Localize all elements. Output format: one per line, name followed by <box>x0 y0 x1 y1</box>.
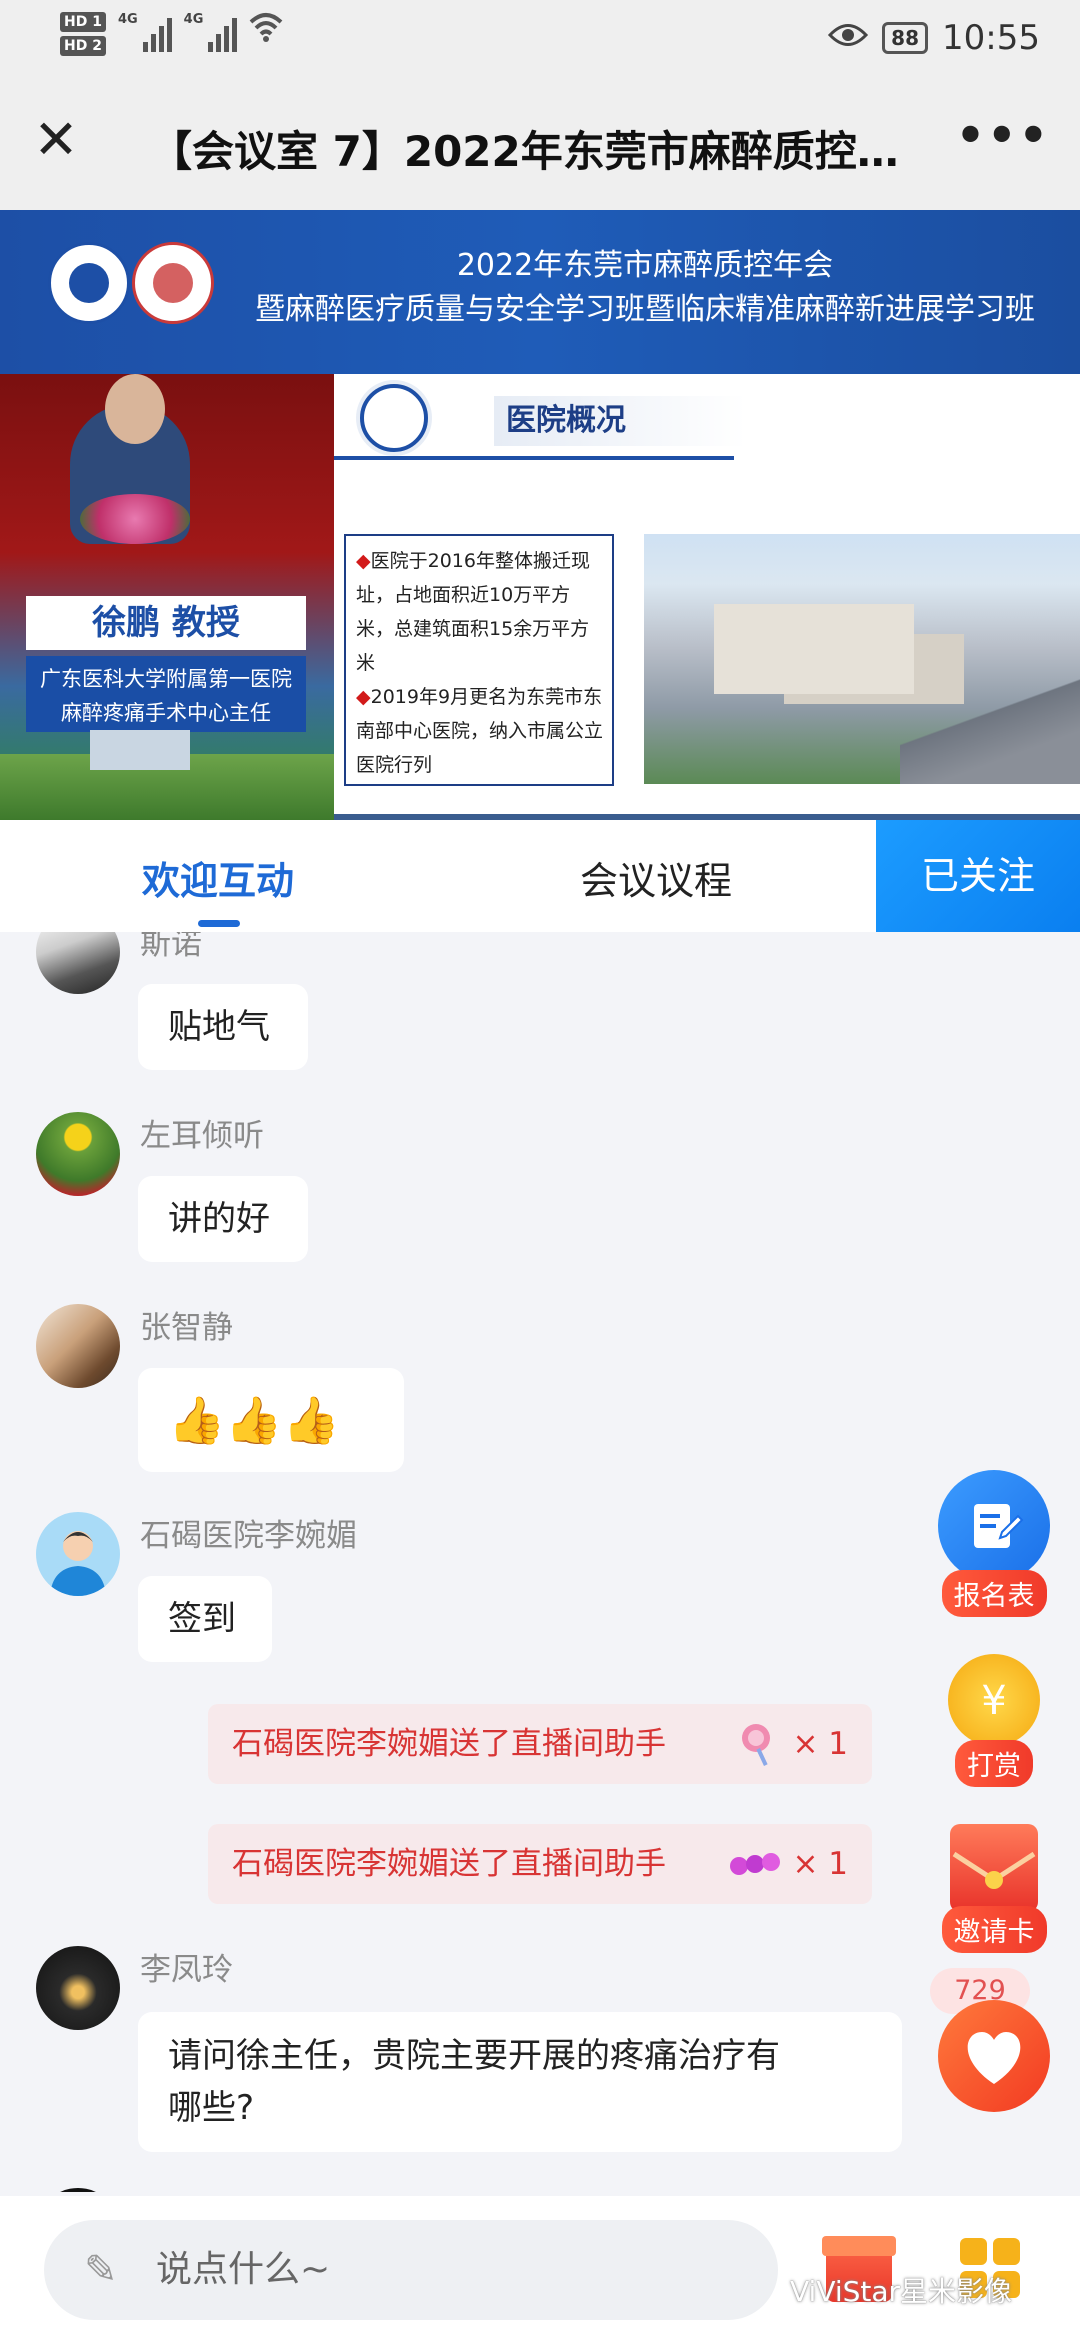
invite-card-label: 邀请卡 <box>941 1906 1047 1953</box>
slide-heading: 医院概况 <box>494 396 746 446</box>
message-username: 左耳倾听 <box>140 1118 264 1154</box>
wifi-icon <box>249 12 283 53</box>
speaker-affiliation-line2: 麻醉疼痛手术中心主任 <box>61 701 271 725</box>
network-1-label: 4G <box>117 12 138 27</box>
bullet-marker-icon: ◆ <box>356 686 371 708</box>
message-username: 李凤玲 <box>140 1952 233 1988</box>
speaker-head <box>105 374 165 444</box>
speaker-name: 徐鹏 教授 <box>26 596 306 650</box>
comment-input[interactable]: ✎ 说点什么~ <box>44 2220 778 2320</box>
gift-count: × 1 <box>792 1846 848 1882</box>
live-video-player[interactable]: 2022年东莞市麻醉质控年会 暨麻醉医疗质量与安全学习班暨临床精准麻醉新进展学习… <box>0 210 1080 820</box>
avatar[interactable] <box>36 932 120 994</box>
avatar[interactable] <box>36 1946 120 2030</box>
eye-icon <box>828 21 869 56</box>
hospital-logo-1 <box>48 242 130 324</box>
battery-icon: 88 <box>882 22 929 54</box>
bottom-bar: ✎ 说点什么~ <box>0 2196 1080 2340</box>
bullet-marker-icon: ◆ <box>356 550 371 572</box>
hospital-logo-2 <box>132 242 214 324</box>
hd1-badge: HD 1 <box>60 12 106 32</box>
svg-text:¥: ¥ <box>981 1678 1006 1724</box>
reward-button[interactable]: ¥ 打赏 <box>934 1654 1054 1787</box>
status-right: 88 10:55 <box>828 18 1040 58</box>
message-username: 张智静 <box>140 1310 233 1346</box>
message-username: 石碣医院李婉媚 <box>140 1518 357 1554</box>
status-left: HD 1 HD 2 4G 4G <box>60 12 283 56</box>
signal-1-icon: 4G <box>118 12 172 52</box>
banner-subtitle: 暨麻醉医疗质量与安全学习班暨临床精准麻醉新进展学习班 <box>255 292 1035 327</box>
message-bubble: 讲的好 <box>138 1176 308 1262</box>
heart-icon <box>938 2000 1050 2112</box>
form-icon <box>938 1470 1050 1582</box>
page-title: 【会议室 7】2022年东莞市麻醉质控年会暨麻醉医疗质量与安全学习班暨临床精准麻… <box>150 127 920 176</box>
signup-form-button[interactable]: 报名表 <box>934 1470 1054 1617</box>
presentation-slide: 医院概况 ◆医院于2016年整体搬迁现址，占地面积近10万平方米，总建筑面积15… <box>334 374 1080 814</box>
message-username: 斯诺 <box>140 932 202 962</box>
gift-notice-text: 石碣医院李婉媚送了直播间助手 <box>232 1846 666 1882</box>
tab-bar: 欢迎互动 会议议程 已关注 <box>0 820 1080 932</box>
chat-list[interactable]: 斯诺 贴地气 左耳倾听 讲的好 张智静 👍👍👍 石碣医院李婉媚 签到 石碣医院李… <box>0 932 1080 2192</box>
pencil-icon: ✎ <box>84 2247 118 2293</box>
hd-badges: HD 1 HD 2 <box>60 12 106 56</box>
slide-text-box: ◆医院于2016年整体搬迁现址，占地面积近10万平方米，总建筑面积15余万平方米… <box>344 534 614 786</box>
hospital-aerial-photo <box>644 534 1080 784</box>
signup-form-label: 报名表 <box>941 1570 1047 1617</box>
message-bubble: 签到 <box>138 1576 272 1662</box>
hd2-badge: HD 2 <box>60 36 106 56</box>
clock: 10:55 <box>942 18 1040 58</box>
avatar[interactable] <box>36 1304 120 1388</box>
slide-bullet-2: 2019年9月更名为东莞市东南部中心医院，纳入市属公立医院行列 <box>356 686 604 776</box>
speaker-affiliation: 广东医科大学附属第一医院 麻醉疼痛手术中心主任 <box>26 656 306 732</box>
message-text-line2: 哪些? <box>168 2088 255 2128</box>
speaker-affiliation-line1: 广东医科大学附属第一医院 <box>40 667 292 691</box>
avatar[interactable] <box>36 1112 120 1196</box>
network-2-label: 4G <box>183 12 204 27</box>
active-tab-indicator <box>198 920 240 927</box>
watermark: ViViStar星米影像 <box>790 2275 1013 2308</box>
avatar[interactable] <box>36 1512 120 1596</box>
gift-count: × 1 <box>792 1726 848 1762</box>
reward-label: 打赏 <box>955 1740 1033 1787</box>
tab-agenda[interactable]: 会议议程 <box>580 850 732 905</box>
message-bubble: 贴地气 <box>138 984 308 1070</box>
tab-interact[interactable]: 欢迎互动 <box>142 850 294 905</box>
status-bar: HD 1 HD 2 4G 4G 88 10:55 <box>0 0 1080 80</box>
lollipop-icon <box>742 1724 770 1767</box>
gift-notice-text: 石碣医院李婉媚送了直播间助手 <box>232 1726 666 1762</box>
banner-title: 2022年东莞市麻醉质控年会 <box>456 248 834 283</box>
default-user-icon <box>50 1531 106 1596</box>
conference-banner: 2022年东莞市麻醉质控年会 暨麻醉医疗质量与安全学习班暨临床精准麻醉新进展学习… <box>0 210 1080 374</box>
slide-divider <box>334 456 734 460</box>
follow-button[interactable]: 已关注 <box>876 820 1080 932</box>
gift-notice: 石碣医院李婉媚送了直播间助手 × 1 <box>208 1704 872 1784</box>
message-bubble: 👍👍👍 <box>138 1368 404 1472</box>
slide-bullet-1: 医院于2016年整体搬迁现址，占地面积近10万平方米，总建筑面积15余万平方米 <box>356 550 590 674</box>
more-menu-icon[interactable]: ••• <box>956 108 1050 162</box>
title-bar: ✕ 【会议室 7】2022年东莞市麻醉质控年会暨麻醉医疗质量与安全学习班暨临床精… <box>0 80 1080 210</box>
envelope-icon <box>950 1824 1038 1912</box>
speaker-camera: 徐鹏 教授 广东医科大学附属第一医院 麻醉疼痛手术中心主任 <box>0 374 334 820</box>
slide-logo <box>360 384 428 452</box>
close-icon[interactable]: ✕ <box>28 112 84 168</box>
like-button[interactable] <box>934 2000 1054 2112</box>
signal-2-icon: 4G <box>184 12 238 52</box>
gift-notice: 石碣医院李婉媚送了直播间助手 × 1 <box>208 1824 872 1904</box>
message-text-line1: 请问徐主任，贵院主要开展的疼痛治疗有 <box>168 2036 780 2076</box>
city-skyline-image <box>0 730 334 820</box>
666-icon <box>730 1853 780 1875</box>
comment-placeholder: 说点什么~ <box>156 2249 331 2290</box>
invite-card-button[interactable]: 邀请卡 <box>934 1824 1054 1953</box>
avatar[interactable] <box>36 2188 120 2192</box>
message-bubble: 请问徐主任，贵院主要开展的疼痛治疗有 哪些? <box>138 2012 902 2152</box>
flower-arrangement <box>80 494 190 544</box>
coin-icon: ¥ <box>948 1654 1040 1746</box>
